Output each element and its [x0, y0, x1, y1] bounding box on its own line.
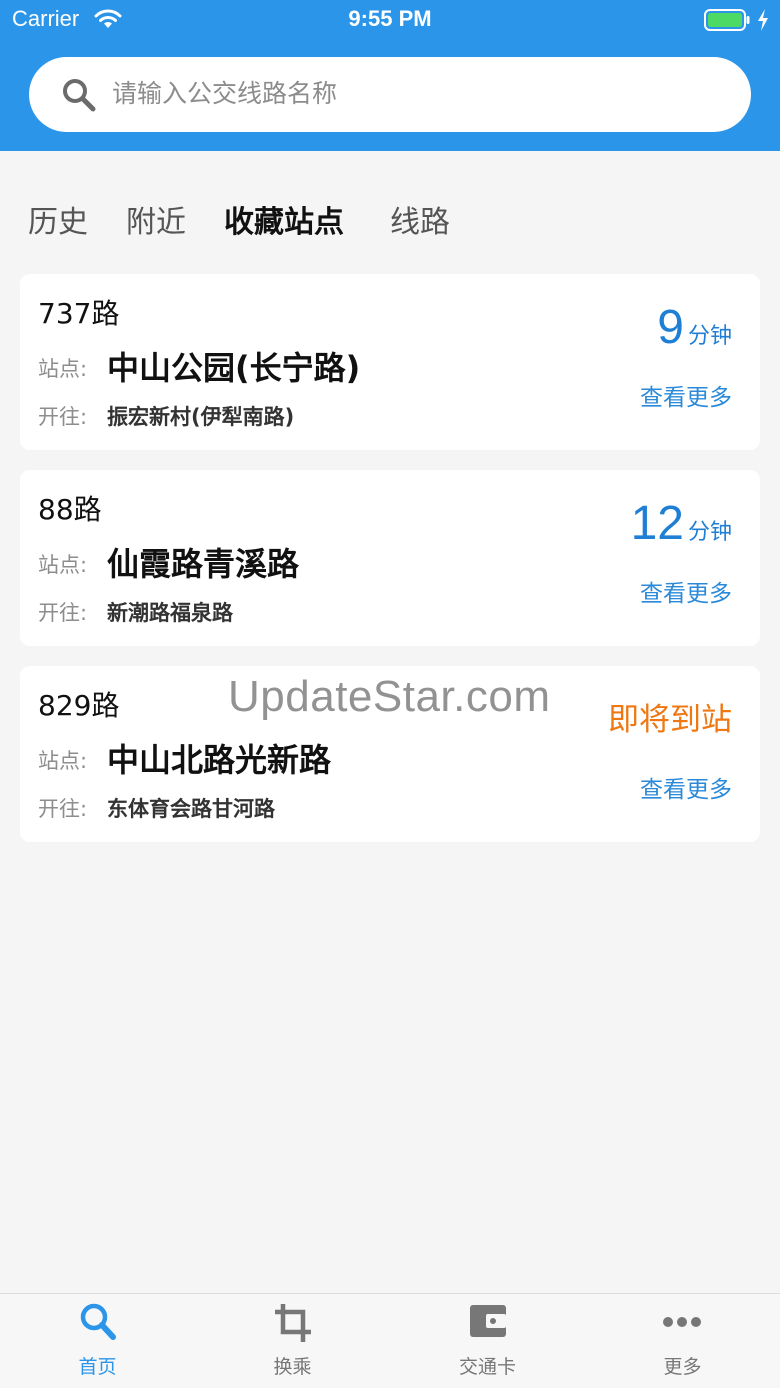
tabbar-label: 交通卡 — [458, 1356, 516, 1378]
watermark: UpdateStar.com — [228, 672, 551, 721]
stop-label: 站点: — [38, 749, 88, 773]
status-bar: Carrier 9:55 PM — [0, 0, 780, 40]
tabbar-label: 首页 — [78, 1356, 117, 1378]
wallet-icon — [469, 1302, 507, 1344]
bottom-tab-bar: 首页 换乘 交通卡 更多 — [0, 1293, 780, 1388]
tab-history[interactable]: 历史 — [28, 200, 88, 246]
eta-unit: 分钟 — [687, 324, 732, 349]
eta-value: 9 — [657, 301, 684, 354]
more-icon — [662, 1314, 702, 1333]
view-more-link[interactable]: 查看更多 — [640, 578, 732, 610]
favorite-stop-card[interactable]: 88路 站点: 仙霞路青溪路 开往: 新潮路福泉路 12 分钟 查看更多 — [20, 470, 760, 646]
tabbar-home[interactable]: 首页 — [0, 1294, 195, 1388]
stop-label: 站点: — [38, 553, 88, 577]
tab-favorite-stops[interactable]: 收藏站点 — [224, 200, 344, 246]
stop-name: 中山公园(长宁路) — [107, 349, 361, 387]
search-icon — [79, 1302, 117, 1346]
direction-name: 东体育会路甘河路 — [107, 797, 275, 821]
header: Carrier 9:55 PM 请输入公交线路名称 — [0, 0, 780, 151]
direction-label: 开往: — [38, 405, 88, 429]
stop-name: 中山北路光新路 — [107, 741, 332, 779]
tabbar-label: 换乘 — [273, 1356, 312, 1378]
route-name: 88路 — [38, 493, 102, 526]
route-name: 737路 — [38, 297, 120, 330]
search-icon — [61, 77, 97, 117]
view-more-link[interactable]: 查看更多 — [640, 774, 732, 806]
tabbar-transfer[interactable]: 换乘 — [195, 1294, 390, 1388]
search-input[interactable]: 请输入公交线路名称 — [29, 57, 751, 132]
tabbar-transit-card[interactable]: 交通卡 — [390, 1294, 585, 1388]
route-name: 829路 — [38, 689, 120, 722]
eta: 9 分钟 — [657, 300, 732, 356]
direction-label: 开往: — [38, 797, 88, 821]
direction-label: 开往: — [38, 601, 88, 625]
tabbar-label: 更多 — [663, 1356, 702, 1378]
tabbar-more[interactable]: 更多 — [585, 1294, 780, 1388]
crop-icon — [273, 1302, 313, 1348]
battery-icon — [704, 9, 750, 35]
eta: 12 分钟 — [631, 496, 732, 552]
category-tabs: 历史 附近 收藏站点 线路 — [0, 200, 780, 250]
eta-unit: 分钟 — [687, 520, 732, 545]
charging-icon — [756, 8, 770, 36]
status-time: 9:55 PM — [348, 6, 432, 31]
arriving-soon-text: 即将到站 — [608, 702, 732, 738]
favorite-stop-card[interactable]: 737路 站点: 中山公园(长宁路) 开往: 振宏新村(伊犁南路) 9 分钟 查看… — [20, 274, 760, 450]
stop-label: 站点: — [38, 357, 88, 381]
direction-name: 振宏新村(伊犁南路) — [107, 405, 295, 429]
eta-value: 12 — [630, 497, 684, 550]
tab-routes[interactable]: 线路 — [390, 200, 450, 246]
tab-nearby[interactable]: 附近 — [126, 200, 186, 246]
search-placeholder: 请输入公交线路名称 — [112, 79, 338, 108]
stop-name: 仙霞路青溪路 — [107, 545, 300, 583]
direction-name: 新潮路福泉路 — [107, 601, 233, 625]
view-more-link[interactable]: 查看更多 — [640, 382, 732, 414]
